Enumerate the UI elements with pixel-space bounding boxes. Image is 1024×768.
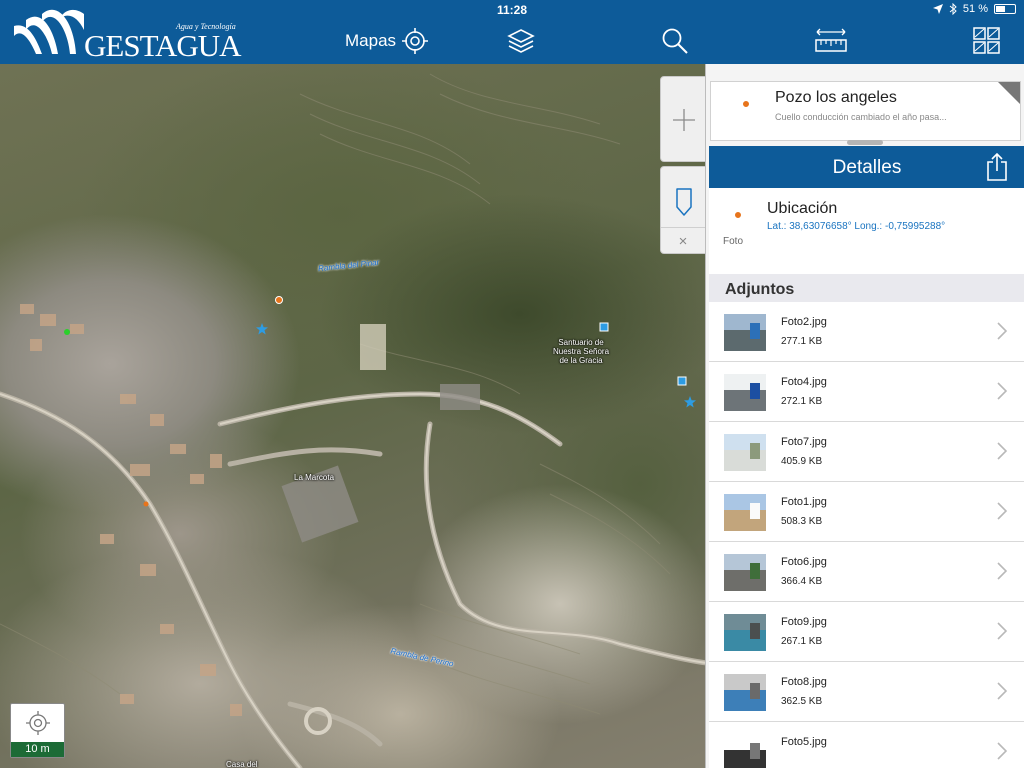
attachment-thumbnail <box>724 374 766 411</box>
square-marker[interactable] <box>599 322 609 332</box>
map-label-santuario: Santuario de Nuestra Señora de la Gracia <box>553 338 610 365</box>
attachment-row[interactable]: Foto6.jpg 366.4 KB <box>709 542 1024 602</box>
grid-map-icon <box>973 27 1000 54</box>
attachment-thumbnail <box>724 494 766 531</box>
details-header: Detalles <box>709 146 1024 188</box>
search-button[interactable] <box>661 24 689 58</box>
chevron-right-icon <box>997 682 1007 700</box>
plus-icon <box>673 109 695 131</box>
attachment-thumbnail <box>724 554 766 591</box>
attachment-name: Foto2.jpg <box>781 316 827 328</box>
location-coordinates[interactable]: Lat.: 38,63076658° Long.: -0,75995288° <box>767 221 945 232</box>
basemap-button[interactable] <box>973 24 1001 58</box>
attachment-name: Foto7.jpg <box>781 436 827 448</box>
drag-handle[interactable] <box>847 140 883 145</box>
scale-indicator[interactable]: 10 m <box>10 703 65 758</box>
feature-card[interactable]: Pozo los angeles Cuello conducción cambi… <box>710 81 1021 141</box>
attachment-size: 508.3 KB <box>781 516 823 527</box>
attachment-row[interactable]: Foto2.jpg 277.1 KB <box>709 302 1024 362</box>
attachment-row[interactable]: Foto4.jpg 272.1 KB <box>709 362 1024 422</box>
attachment-name: Foto9.jpg <box>781 616 827 628</box>
scale-label: 10 m <box>11 742 64 757</box>
attachment-name: Foto6.jpg <box>781 556 827 568</box>
attachment-row[interactable]: Foto7.jpg 405.9 KB <box>709 422 1024 482</box>
map-label-marcota: La Marcota <box>294 473 335 482</box>
zoom-in-button[interactable] <box>660 76 706 162</box>
crosshair-icon <box>26 711 50 735</box>
chevron-right-icon <box>997 442 1007 460</box>
divider <box>661 227 705 228</box>
attachment-size: 366.4 KB <box>781 576 823 587</box>
feature-marker-icon <box>742 100 750 108</box>
feature-subtitle: Cuello conducción cambiado el año pasa..… <box>775 112 947 122</box>
bluetooth-icon <box>949 3 957 15</box>
attachment-thumbnail <box>724 734 766 768</box>
brand-name: GESTAGUA <box>84 28 242 63</box>
attachment-size: 277.1 KB <box>781 336 823 347</box>
pin-control: × <box>660 166 706 254</box>
share-icon[interactable] <box>985 153 1009 181</box>
layers-button[interactable] <box>507 24 535 58</box>
marker-icon[interactable] <box>674 187 694 217</box>
attachment-size: 405.9 KB <box>781 456 823 467</box>
location-arrow-icon <box>932 4 943 14</box>
attachment-name: Foto4.jpg <box>781 376 827 388</box>
location-section: Ubicación Lat.: 38,63076658° Long.: -0,7… <box>709 188 1024 274</box>
attachment-size: 267.1 KB <box>781 636 823 647</box>
layers-icon <box>507 29 535 53</box>
attachments-header: Adjuntos <box>709 274 1024 302</box>
chevron-right-icon <box>997 562 1007 580</box>
attachment-row[interactable]: Foto1.jpg 508.3 KB <box>709 482 1024 542</box>
attachment-size: 272.1 KB <box>781 396 823 407</box>
maps-button[interactable]: Mapas <box>345 24 429 58</box>
status-indicators: 51 % <box>932 3 1016 15</box>
attachment-name: Foto1.jpg <box>781 496 827 508</box>
battery-percent: 51 % <box>962 3 988 15</box>
feature-marker-selected[interactable] <box>274 295 284 305</box>
attachment-name: Foto8.jpg <box>781 676 827 688</box>
attachment-thumbnail <box>724 674 766 711</box>
search-icon <box>662 28 688 54</box>
attachment-thumbnail <box>724 614 766 651</box>
feature-marker[interactable] <box>142 500 150 508</box>
gestagua-logo: Agua y Tecnología GESTAGUA <box>12 6 252 63</box>
battery-icon <box>994 4 1016 14</box>
attachment-size: 362.5 KB <box>781 696 823 707</box>
attachment-thumbnail <box>724 314 766 351</box>
corner-fold-icon <box>998 82 1020 104</box>
star-marker[interactable] <box>256 323 268 335</box>
attachments-title: Adjuntos <box>725 281 795 298</box>
chevron-right-icon <box>997 322 1007 340</box>
battery-level <box>996 6 1005 12</box>
chevron-right-icon <box>997 742 1007 760</box>
chevron-right-icon <box>997 622 1007 640</box>
details-title: Detalles <box>832 157 902 178</box>
location-title: Ubicación <box>767 200 838 217</box>
ruler-icon <box>815 28 847 52</box>
maps-label: Mapas <box>345 31 397 50</box>
foto-label: Foto <box>723 236 744 247</box>
attachment-row[interactable]: Foto5.jpg <box>709 722 1024 768</box>
attachment-name: Foto5.jpg <box>781 736 827 748</box>
attachment-row[interactable]: Foto8.jpg 362.5 KB <box>709 662 1024 722</box>
attachment-row[interactable]: Foto9.jpg 267.1 KB <box>709 602 1024 662</box>
top-bar: 11:28 51 % Agua y Tecnología GESTAGUA Ma… <box>0 0 1024 64</box>
details-panel: Pozo los angeles Cuello conducción cambi… <box>705 64 1024 768</box>
attachment-thumbnail <box>724 434 766 471</box>
attachments-list: Foto2.jpg 277.1 KB Foto4.jpg 272.1 KB Foto7.… <box>709 302 1024 768</box>
gestagua-logo-mark <box>14 9 84 54</box>
feature-marker-green[interactable] <box>62 327 72 337</box>
feature-title: Pozo los angeles <box>775 89 897 106</box>
chevron-right-icon <box>997 502 1007 520</box>
crosshair-icon <box>402 28 429 54</box>
map-label-casa: Casa del <box>226 760 258 768</box>
measure-button[interactable] <box>815 24 847 58</box>
chevron-right-icon <box>997 382 1007 400</box>
close-icon[interactable]: × <box>661 233 705 250</box>
star-marker[interactable] <box>684 396 696 408</box>
square-marker[interactable] <box>677 376 687 386</box>
location-marker-icon <box>734 211 742 219</box>
